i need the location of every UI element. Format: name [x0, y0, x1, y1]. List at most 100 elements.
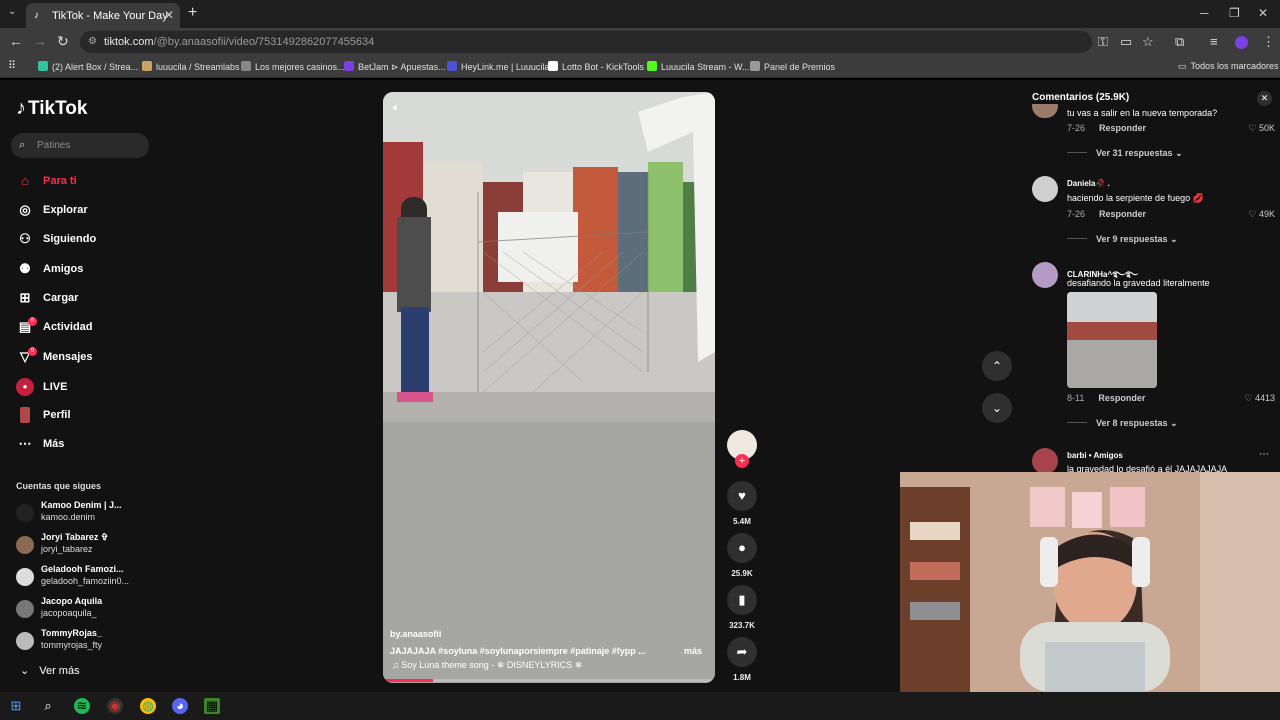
discord-icon[interactable]: ◕: [172, 698, 188, 714]
comment-bubble-icon: ●: [738, 540, 746, 555]
view-replies[interactable]: Ver 9 respuestas ⌄: [1067, 234, 1178, 245]
nav-explorar[interactable]: ◎ Explorar: [16, 202, 87, 218]
previous-video-button[interactable]: ⌃: [982, 351, 1012, 381]
tab-search-icon[interactable]: ⌄: [8, 6, 16, 17]
cast-icon[interactable]: ▭: [1120, 34, 1132, 50]
video-player[interactable]: 🔈︎ ⋯ by.anaasofii JAJAJAJA #soyluna #soy…: [383, 92, 715, 683]
comment-likes[interactable]: ♡ 50K: [1248, 123, 1275, 134]
share-button[interactable]: ➦: [727, 637, 757, 667]
followed-account[interactable]: Geladooh Famozi... geladooh_famoziin0...: [16, 564, 156, 592]
bookmark-item[interactable]: Lotto Bot - KickTools: [548, 61, 644, 72]
password-key-icon[interactable]: ⚿: [1098, 34, 1108, 50]
nav-amigos[interactable]: ⚉ Amigos: [16, 261, 83, 277]
following-icon: ⚇: [19, 231, 31, 246]
obs-icon[interactable]: ◉: [107, 698, 123, 714]
comment-text: haciendo la serpiente de fuego 💋: [1067, 193, 1204, 203]
comment-options-icon[interactable]: ⋯: [1259, 449, 1269, 460]
save-button[interactable]: ▮: [727, 585, 757, 615]
video-sound[interactable]: ♫ Soy Luna theme song - ❄ DISNEYLYRICS ❄: [392, 660, 582, 671]
comment-meta: 7-26 Responder: [1067, 209, 1147, 219]
followed-account[interactable]: Joryi Tabarez ✞ joryi_tabarez: [16, 532, 156, 560]
follow-plus-icon[interactable]: +: [735, 454, 749, 468]
chrome-icon[interactable]: ◍: [140, 698, 156, 714]
view-replies[interactable]: Ver 31 respuestas ⌄: [1067, 148, 1183, 159]
bookmarks-bar: ⠿ (2) Alert Box / Strea... luuucila / St…: [0, 56, 1280, 78]
tiktok-logo[interactable]: ♪ TikTok: [16, 97, 87, 120]
spotify-icon[interactable]: ≋: [74, 698, 90, 714]
bookmark-item[interactable]: Los mejores casinos...: [241, 61, 345, 72]
minecraft-icon[interactable]: ▦: [204, 698, 220, 714]
new-tab-icon[interactable]: +: [188, 4, 197, 22]
nav-live[interactable]: ● LIVE: [16, 378, 67, 396]
nav-para-ti[interactable]: ⌂ Para ti: [16, 173, 77, 188]
reload-icon[interactable]: ↻: [57, 33, 69, 50]
tiktok-note-icon: ♪: [16, 97, 26, 119]
avatar: [16, 504, 34, 522]
bookmark-star-icon[interactable]: ☆: [1142, 34, 1154, 50]
next-video-button[interactable]: ⌄: [982, 393, 1012, 423]
address-bar[interactable]: ⚙ tiktok.com/@by.anaasofii/video/7531492…: [80, 31, 1092, 53]
avatar[interactable]: [1032, 448, 1058, 472]
avatar[interactable]: [1032, 262, 1058, 288]
reply-button[interactable]: Responder: [1098, 393, 1145, 403]
heart-outline-icon: ♡: [1248, 209, 1257, 219]
reply-button[interactable]: Responder: [1099, 123, 1146, 133]
bookmark-item[interactable]: (2) Alert Box / Strea...: [38, 61, 138, 72]
comment-meta: 8-11 Responder: [1067, 393, 1146, 403]
minimize-icon[interactable]: ─: [1200, 6, 1209, 20]
site-info-icon[interactable]: ⚙: [88, 31, 97, 53]
bookmark-item[interactable]: luuucila / Streamlabs: [142, 61, 240, 72]
view-replies[interactable]: Ver 8 respuestas ⌄: [1067, 418, 1178, 429]
all-bookmarks[interactable]: ▭ Todos los marcadores: [1178, 61, 1279, 72]
taskbar-search-icon[interactable]: ⌕: [40, 698, 56, 714]
comment-likes[interactable]: ♡ 49K: [1248, 209, 1275, 220]
forward-icon[interactable]: →: [33, 33, 47, 49]
nav-mas[interactable]: ⋯ Más: [16, 436, 65, 452]
browser-tab[interactable]: ♪ TikTok - Make Your Day ✕: [26, 3, 180, 28]
volume-icon[interactable]: 🔈︎: [393, 100, 400, 115]
restore-icon[interactable]: ❐: [1229, 6, 1240, 20]
nav-cargar[interactable]: ⊞ Cargar: [16, 290, 79, 306]
comment-image[interactable]: [1067, 292, 1157, 388]
extensions-icon[interactable]: ⧉: [1175, 34, 1184, 50]
like-button[interactable]: ♥: [727, 481, 757, 511]
nav-siguiendo[interactable]: ⚇ Siguiendo: [16, 231, 96, 247]
comment-text: desafiando la gravedad literalmente: [1067, 278, 1210, 288]
video-progress-track[interactable]: [383, 679, 715, 682]
avatar: [16, 632, 34, 650]
close-comments-button[interactable]: ✕: [1257, 91, 1272, 106]
media-control-icon[interactable]: ≡: [1210, 34, 1218, 49]
comment-user[interactable]: barbi • Amigos: [1067, 451, 1123, 460]
avatar[interactable]: [1032, 176, 1058, 202]
see-more-accounts[interactable]: ⌄ Ver más: [20, 664, 80, 677]
caption-more-link[interactable]: más: [684, 646, 702, 656]
nav-perfil[interactable]: Perfil: [16, 407, 71, 423]
bookmark-item[interactable]: Luuucila Stream - W...: [647, 61, 750, 72]
bookmark-item[interactable]: BetJam ⊳ Apuestas...: [344, 61, 446, 73]
more-options-icon[interactable]: ⋯: [688, 98, 700, 112]
windows-start-icon[interactable]: ⊞: [8, 698, 24, 714]
avatar: [16, 600, 34, 618]
avatar: [16, 568, 34, 586]
more-icon: ⋯: [18, 436, 32, 451]
apps-grid-icon[interactable]: ⠿: [8, 59, 16, 72]
reply-button[interactable]: Responder: [1099, 209, 1146, 219]
comment-likes[interactable]: ♡ 4413: [1244, 393, 1275, 404]
close-icon: ✕: [1260, 93, 1269, 103]
close-window-icon[interactable]: ✕: [1258, 6, 1268, 20]
comment-button[interactable]: ●: [727, 533, 757, 563]
browser-menu-icon[interactable]: ⋮: [1262, 34, 1275, 50]
back-icon[interactable]: ←: [9, 33, 23, 49]
bookmark-item[interactable]: HeyLink.me | Luuucila: [447, 61, 549, 72]
search-input[interactable]: ⌕ Patines: [11, 133, 149, 158]
followed-account[interactable]: Kamoo Denim | J... kamoo.denim: [16, 500, 156, 528]
followed-account[interactable]: Jacopo Aquila jacopoaquila_: [16, 596, 156, 624]
heart-icon: ♥: [738, 488, 746, 503]
tiktok-favicon-icon: ♪: [34, 9, 39, 21]
video-author[interactable]: by.anaasofii: [390, 629, 441, 639]
comment-user[interactable]: Daniela🥀 .: [1067, 179, 1110, 188]
close-tab-icon[interactable]: ✕: [164, 8, 174, 22]
bookmark-item[interactable]: Panel de Premios: [750, 61, 835, 72]
followed-account[interactable]: TommyRojas_ tommyrojas_fty: [16, 628, 156, 656]
profile-avatar[interactable]: [1235, 36, 1248, 49]
